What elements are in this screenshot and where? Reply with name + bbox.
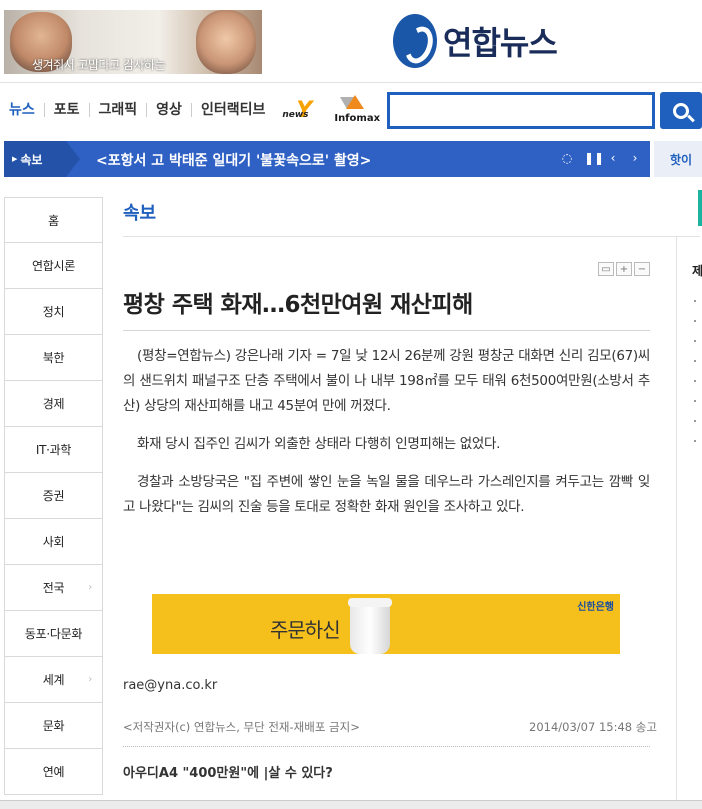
nav-item-photo[interactable]: 포토 <box>45 103 90 117</box>
up-arrow-icon <box>346 95 365 109</box>
sidebar-item-stocks[interactable]: 증권 <box>4 473 103 519</box>
right-column-list <box>694 300 700 460</box>
list-bullet <box>694 380 696 382</box>
article-tools: ▭ + − <box>598 262 650 276</box>
top-header: 생겨줘서 고맙다고 감사하는 연합뉴스 <box>0 0 702 82</box>
publish-datetime: 2014/03/07 15:48 송고 <box>529 720 657 734</box>
search-icon <box>673 102 689 119</box>
article-paragraph: 화재 당시 집주인 김씨가 외출한 상태라 다행히 인명피해는 없었다. <box>137 436 501 452</box>
chevron-right-icon[interactable]: › <box>628 151 642 165</box>
sidebar-item-label: 증권 <box>42 489 65 503</box>
article-title: 평창 주택 화재…6천만여원 재산피해 <box>123 292 473 318</box>
coffee-cup-icon <box>348 598 392 654</box>
nav-item-interactive[interactable]: 인터랙티브 <box>192 103 274 117</box>
header-divider <box>0 82 702 83</box>
sidebar-item-politics[interactable]: 정치 <box>4 289 103 335</box>
breaking-tag-label: 속보 <box>20 152 43 167</box>
hot-issue-label: 핫이 <box>670 153 693 167</box>
breaking-tag: ▶ 속보 <box>4 141 80 177</box>
search-input[interactable] <box>387 92 655 129</box>
sidebar-item-label: 문화 <box>42 719 65 733</box>
sidebar-item-label: 홈 <box>48 213 59 228</box>
list-bullet <box>694 300 696 302</box>
yonhap-logo-icon <box>393 14 437 68</box>
ad-person-image-2 <box>196 10 256 74</box>
sidebar-item-label: IT·과학 <box>35 443 72 457</box>
list-bullet <box>694 420 696 422</box>
print-icon[interactable]: ▭ <box>598 262 614 276</box>
chevron-left-icon[interactable]: ‹ <box>606 151 620 165</box>
sidebar-item-culture[interactable]: 문화 <box>4 703 103 749</box>
article-paragraph: (평창=연합뉴스) 강은나래 기자 = 7일 낮 12시 26분께 강원 평창군… <box>123 348 650 414</box>
window-bottom-edge <box>0 800 702 809</box>
infomax-link[interactable]: Infomax <box>334 95 381 125</box>
ad-banner-text: 생겨줘서 고맙다고 감사하는 <box>32 58 166 72</box>
article-body: (평창=연합뉴스) 강은나래 기자 = 7일 낮 12시 26분께 강원 평창군… <box>123 344 650 533</box>
sidebar-item-label: 사회 <box>42 535 65 549</box>
play-icon: ▶ <box>12 155 18 163</box>
bank-logo: 신한은행 <box>577 602 614 613</box>
nav-item-video[interactable]: 영상 <box>147 103 192 117</box>
sidebar-item-north-korea[interactable]: 북한 <box>4 335 103 381</box>
site-logo-text: 연합뉴스 <box>443 24 558 62</box>
breaking-news-bar: ▶ 속보 <포항서 고 박태준 일대기 '불꽃속으로' 촬영> ◌ ❚❚ ‹ › <box>4 141 650 177</box>
list-bullet <box>694 320 696 322</box>
related-article-link[interactable]: 아우디A4 "400만원"에 |살 수 있다? <box>123 762 333 781</box>
section-title[interactable]: 속보 <box>123 199 156 225</box>
ad-banner[interactable]: 생겨줘서 고맙다고 감사하는 <box>4 10 262 74</box>
sidebar-item-label: 북한 <box>42 351 65 365</box>
right-column-divider <box>676 237 677 809</box>
title-divider <box>123 330 650 331</box>
list-bullet <box>694 440 696 442</box>
footer-divider <box>123 746 650 747</box>
copyright-notice: <저작권자(c) 연합뉴스, 무단 전재-재배포 금지> <box>123 720 360 734</box>
sidebar-item-overseas-koreans[interactable]: 동포·다문화 <box>4 611 103 657</box>
site-logo[interactable]: 연합뉴스 <box>393 14 558 68</box>
ad2-text: 주문하신 <box>270 618 341 642</box>
sidebar-item-national[interactable]: 전국 › <box>4 565 103 611</box>
nav-item-news[interactable]: 뉴스 <box>0 103 45 117</box>
sidebar-item-world[interactable]: 세계 › <box>4 657 103 703</box>
nav-item-graphic[interactable]: 그래픽 <box>90 103 148 117</box>
side-accent <box>698 190 702 226</box>
font-decrease-icon[interactable]: − <box>634 262 650 276</box>
news-y-label: news <box>282 110 309 120</box>
pause-icon[interactable]: ❚❚ <box>584 151 604 165</box>
sidebar-item-label: 경제 <box>42 397 65 411</box>
section-divider <box>123 236 700 237</box>
sidebar-item-label: 정치 <box>42 305 65 319</box>
sidebar-item-label: 전국 <box>42 581 65 595</box>
sidebar-item-label: 세계 <box>42 673 65 687</box>
sidebar-item-label: 연합시론 <box>32 259 75 273</box>
ad-banner-bank[interactable]: 주문하신 신한은행 <box>152 594 620 654</box>
sidebar-item-it-science[interactable]: IT·과학 <box>4 427 103 473</box>
reporter-email[interactable]: rae@yna.co.kr <box>123 678 217 693</box>
right-column-label: 제 <box>692 264 702 278</box>
search-button[interactable] <box>660 92 702 129</box>
sidebar-item-label: 연예 <box>42 765 65 779</box>
chevron-right-icon: › <box>88 582 92 593</box>
hot-issue-tab[interactable]: 핫이 <box>654 141 702 177</box>
chevron-right-icon: › <box>88 674 92 685</box>
font-increase-icon[interactable]: + <box>616 262 632 276</box>
sidebar-item-home[interactable]: 홈 <box>4 197 103 243</box>
list-bullet <box>694 340 696 342</box>
article-paragraph: 경찰과 소방당국은 "집 주변에 쌓인 눈을 녹일 물을 데우느라 가스레인지를… <box>123 474 650 515</box>
sidebar-item-label: 동포·다문화 <box>24 627 83 641</box>
breaking-headline[interactable]: <포항서 고 박태준 일대기 '불꽃속으로' 촬영> <box>96 150 371 170</box>
sidebar: 홈 연합시론 정치 북한 경제 IT·과학 증권 사회 전국 › 동포·다문화 세… <box>4 197 103 795</box>
sidebar-item-entertainment[interactable]: 연예 <box>4 749 103 795</box>
news-y-link[interactable]: Y news <box>282 98 326 123</box>
main-nav: 뉴스 포토 그래픽 영상 인터랙티브 Y news Infomax <box>0 90 381 130</box>
list-bullet <box>694 360 696 362</box>
sidebar-item-economy[interactable]: 경제 <box>4 381 103 427</box>
infomax-label: Infomax <box>334 113 381 124</box>
auto-play-icon[interactable]: ◌ <box>560 151 574 165</box>
list-bullet <box>694 400 696 402</box>
sidebar-item-editorial[interactable]: 연합시론 <box>4 243 103 289</box>
sidebar-item-society[interactable]: 사회 <box>4 519 103 565</box>
